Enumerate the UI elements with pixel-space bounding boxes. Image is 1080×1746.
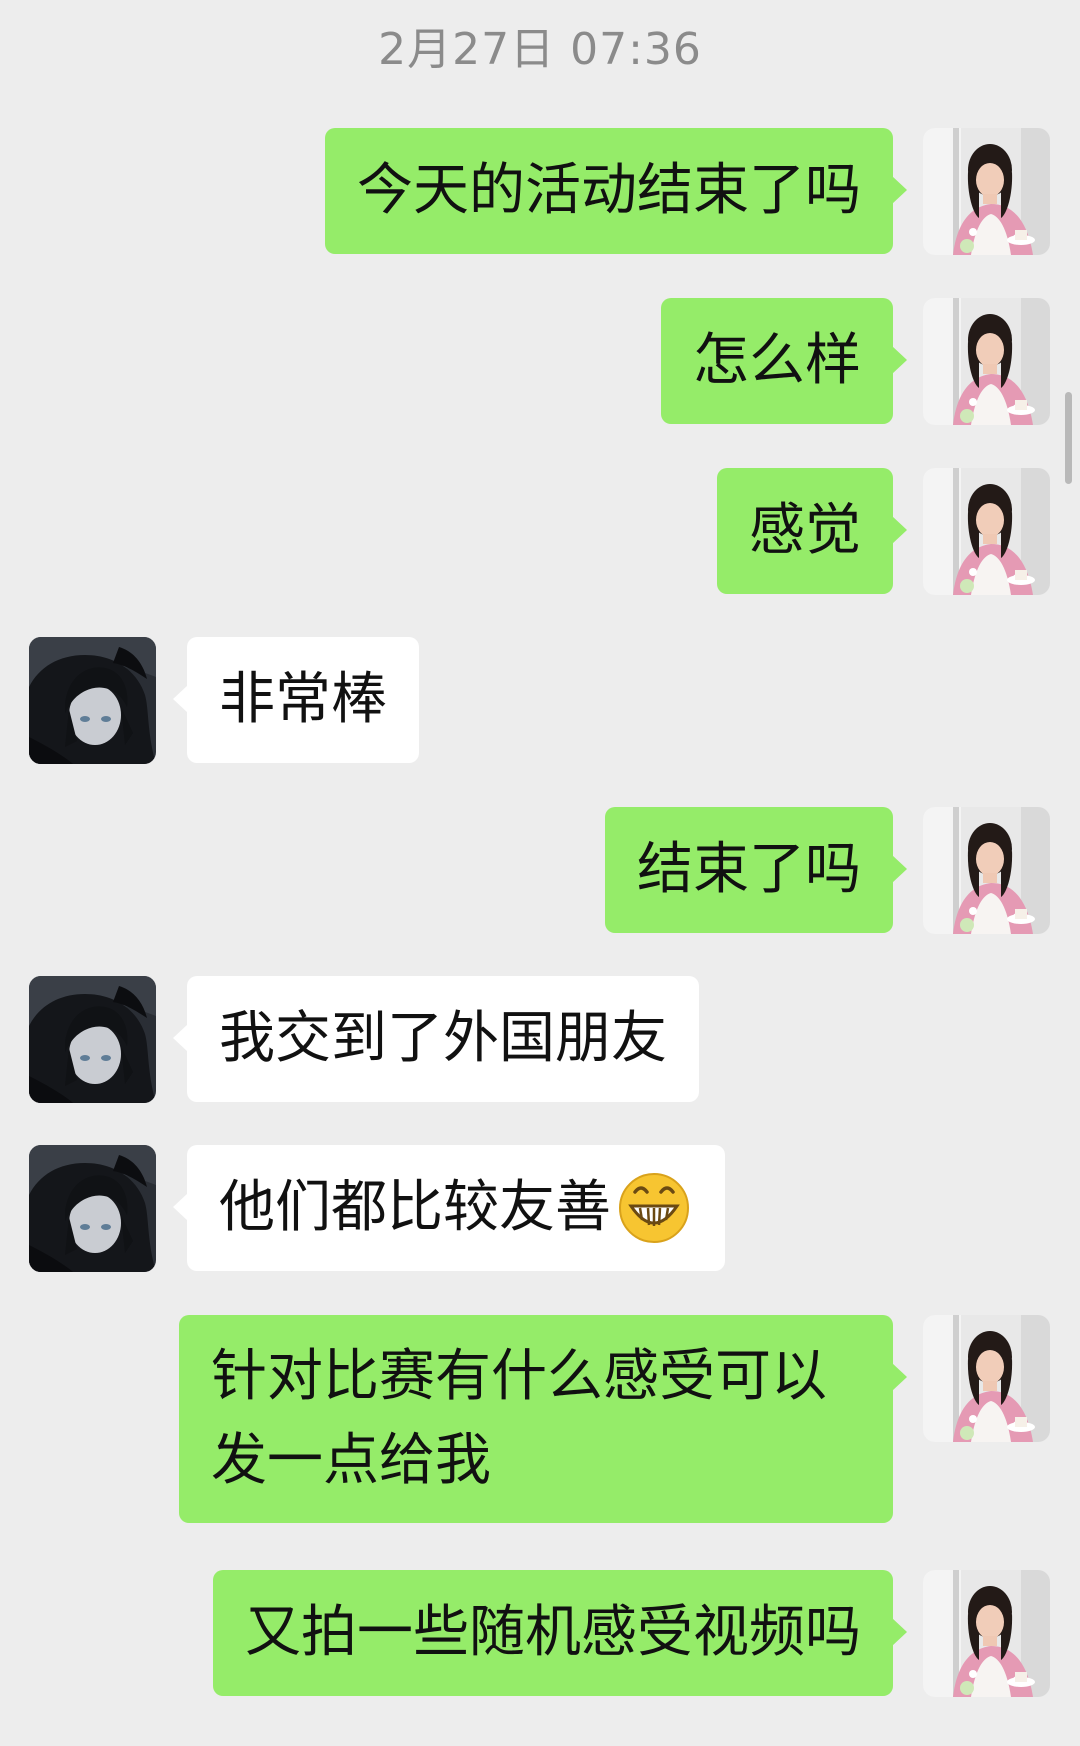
incoming-message-bubble[interactable]: 非常棒 (173, 637, 419, 763)
message-text: 他们都比较友善 (219, 1175, 611, 1240)
self-avatar[interactable] (923, 1315, 1050, 1442)
outgoing-message-bubble[interactable]: 感觉 (717, 468, 907, 594)
outgoing-message-bubble[interactable]: 结束了吗 (605, 807, 907, 933)
incoming-message-bubble[interactable]: 我交到了外国朋友 (173, 976, 699, 1102)
outgoing-message-bubble[interactable]: 针对比赛有什么感受可以发一点给我 (179, 1315, 907, 1523)
scrollbar[interactable] (1065, 392, 1072, 484)
contact-avatar[interactable] (29, 976, 156, 1103)
self-avatar[interactable] (923, 298, 1050, 425)
outgoing-message-bubble[interactable]: 今天的活动结束了吗 (325, 128, 907, 254)
contact-avatar[interactable] (29, 1145, 156, 1272)
chat-timestamp: 2月27日 07:36 (378, 24, 702, 75)
self-avatar[interactable] (923, 468, 1050, 595)
self-avatar[interactable] (923, 1570, 1050, 1697)
contact-avatar[interactable] (29, 637, 156, 764)
incoming-message-bubble[interactable]: 他们都比较友善 (173, 1145, 725, 1271)
grinning-face-emoji-icon (615, 1168, 693, 1246)
outgoing-message-bubble[interactable]: 怎么样 (661, 298, 907, 424)
self-avatar[interactable] (923, 128, 1050, 255)
self-avatar[interactable] (923, 807, 1050, 934)
outgoing-message-bubble[interactable]: 又拍一些随机感受视频吗 (213, 1570, 907, 1696)
